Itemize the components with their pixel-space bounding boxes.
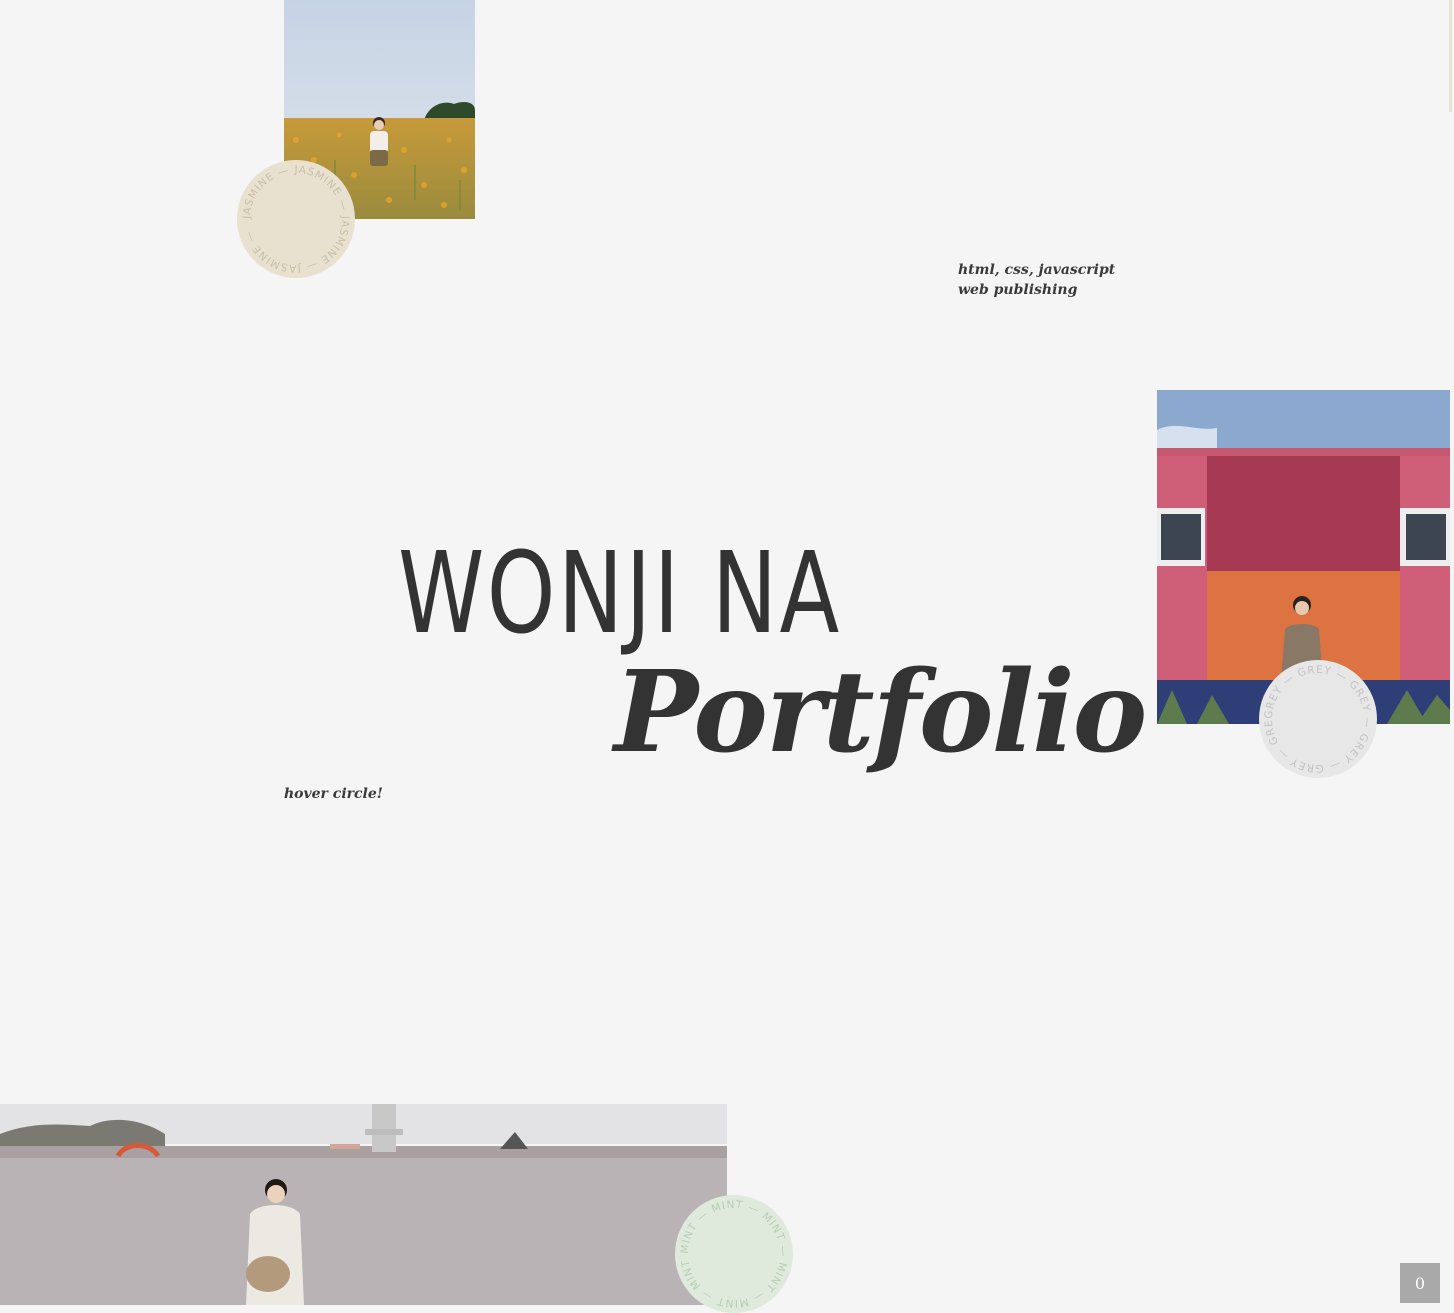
seaside-photo <box>0 1104 727 1305</box>
owner-name: WONJI NA <box>398 529 842 659</box>
grey-circle[interactable]: GREY — GREY — GREY — GREY — GREY — GREY … <box>1259 660 1377 778</box>
mint-circle[interactable]: MINT — MINT — MINT — MINT — MINT — MINT … <box>675 1195 793 1313</box>
skills-line-2: web publishing <box>958 282 1078 298</box>
hover-hint: hover circle! <box>284 786 383 802</box>
portfolio-title: Portfolio <box>614 647 1147 778</box>
scroll-top-button[interactable]: 0 <box>1400 1263 1440 1303</box>
scrollbar-thumb[interactable] <box>1449 0 1452 112</box>
jasmine-circle[interactable]: JASMINE — JASMINE — JASMINE — JASMINE — <box>237 160 355 278</box>
skills-line-1: html, css, javascript <box>958 262 1116 278</box>
skills-text: html, css, javascript web publishing <box>958 260 1115 300</box>
